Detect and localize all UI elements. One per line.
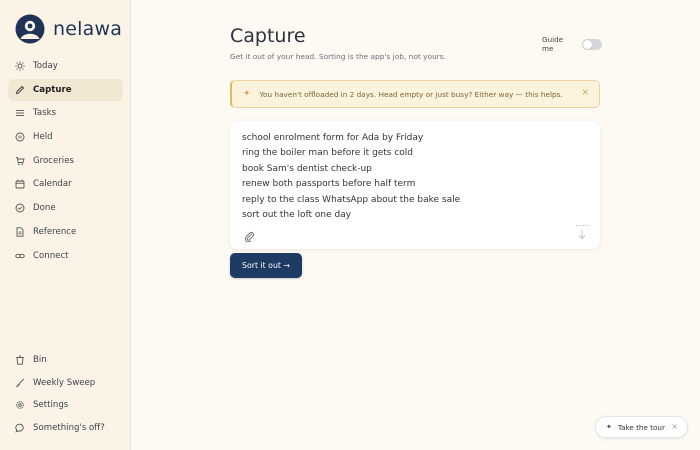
dictate-button[interactable] xyxy=(576,225,588,241)
sidebar-item-label: Done xyxy=(33,203,56,214)
banner-text: You haven't offloaded in 2 days. Head em… xyxy=(259,89,563,99)
sidebar-item-settings[interactable]: Settings xyxy=(8,394,123,416)
capture-line: school enrolment form for Ada by Friday xyxy=(242,133,424,143)
arrow-down-icon xyxy=(578,230,586,240)
take-the-tour-pill: ✦ Take the tour × xyxy=(595,416,688,438)
sparkle-icon: ✦ xyxy=(606,423,612,431)
chat-bubble-icon xyxy=(15,423,25,433)
reminder-banner: ✦ You haven't offloaded in 2 days. Head … xyxy=(230,80,600,108)
sparkle-icon: ✦ xyxy=(243,89,251,99)
sort-it-out-button[interactable]: Sort it out → xyxy=(230,253,302,278)
capture-text[interactable]: school enrolment form for Ada by Friday … xyxy=(242,131,460,223)
dictate-indicator xyxy=(576,225,588,227)
sidebar-item-today[interactable]: Today xyxy=(8,55,123,77)
sidebar-item-label: Tasks xyxy=(33,108,57,119)
cart-icon xyxy=(15,156,25,166)
sidebar-item-held[interactable]: Held xyxy=(8,126,123,148)
sidebar-item-label: Held xyxy=(33,132,53,143)
sidebar-item-label: Groceries xyxy=(33,155,74,166)
sidebar-item-label: Bin xyxy=(33,355,47,365)
sidebar-item-label: Connect xyxy=(33,250,69,261)
trash-icon xyxy=(15,355,25,365)
document-icon xyxy=(15,227,25,237)
calendar-icon xyxy=(15,179,25,189)
toggle-knob xyxy=(583,39,593,49)
sidebar-item-calendar[interactable]: Calendar xyxy=(8,173,123,195)
brand-name: nelawa xyxy=(53,18,123,40)
sidebar-item-reference[interactable]: Reference xyxy=(8,221,123,243)
capture-line: sort out the loft one day xyxy=(242,210,352,221)
sun-icon xyxy=(15,61,25,71)
sidebar-item-bin[interactable]: Bin xyxy=(8,349,123,371)
check-circle-icon xyxy=(15,203,25,213)
sidebar-item-label: Capture xyxy=(33,84,72,95)
secondary-nav: Bin Weekly Sweep Settings Something's of… xyxy=(8,349,123,440)
banner-close-button[interactable]: × xyxy=(581,88,589,98)
capture-textarea[interactable]: school enrolment form for Ada by Friday … xyxy=(230,121,600,249)
sidebar-item-label: Today xyxy=(33,61,58,71)
sidebar-item-feedback[interactable]: Something's off? xyxy=(8,417,123,439)
sidebar-item-connect[interactable]: Connect xyxy=(8,245,123,267)
sidebar-item-capture[interactable]: Capture xyxy=(8,78,123,101)
paperclip-icon[interactable] xyxy=(244,231,255,242)
pencil-icon xyxy=(15,85,25,95)
list-icon xyxy=(15,108,25,118)
sidebar-item-tasks[interactable]: Tasks xyxy=(8,102,123,124)
broom-icon xyxy=(15,378,25,388)
page-subtitle: Get it out of your head. Sorting is the … xyxy=(230,52,446,61)
primary-nav: Today Capture Tasks Held Groceries Calen… xyxy=(8,55,123,268)
sidebar-item-label: Calendar xyxy=(33,179,72,190)
sidebar-item-label: Something's off? xyxy=(33,423,105,434)
sidebar-item-label: Settings xyxy=(33,400,69,411)
sidebar: nelawa Today Capture Tasks Held Grocerie… xyxy=(0,0,131,450)
link-icon xyxy=(15,251,25,261)
brand[interactable]: nelawa xyxy=(15,14,122,44)
sidebar-item-groceries[interactable]: Groceries xyxy=(8,150,123,172)
sidebar-item-done[interactable]: Done xyxy=(8,197,123,219)
tour-close-button[interactable]: × xyxy=(671,422,678,431)
take-the-tour-button[interactable]: Take the tour xyxy=(618,423,665,432)
capture-line: reply to the class WhatsApp about the ba… xyxy=(242,194,461,205)
capture-line: ring the boiler man before it gets cold xyxy=(242,148,413,159)
logo-icon xyxy=(15,14,45,44)
guide-me-control: Guide me xyxy=(542,35,602,53)
guide-me-label: Guide me xyxy=(542,35,564,53)
pause-circle-icon xyxy=(15,132,25,142)
sidebar-item-weekly-sweep[interactable]: Weekly Sweep xyxy=(8,372,123,394)
sidebar-item-label: Weekly Sweep xyxy=(33,377,96,388)
gear-icon xyxy=(15,400,25,410)
sidebar-item-label: Reference xyxy=(33,226,77,237)
page-title: Capture xyxy=(230,25,306,47)
guide-me-toggle[interactable] xyxy=(582,38,602,50)
capture-line: book Sam's dentist check-up xyxy=(242,163,372,174)
capture-line: renew both passports before half term xyxy=(242,179,416,190)
